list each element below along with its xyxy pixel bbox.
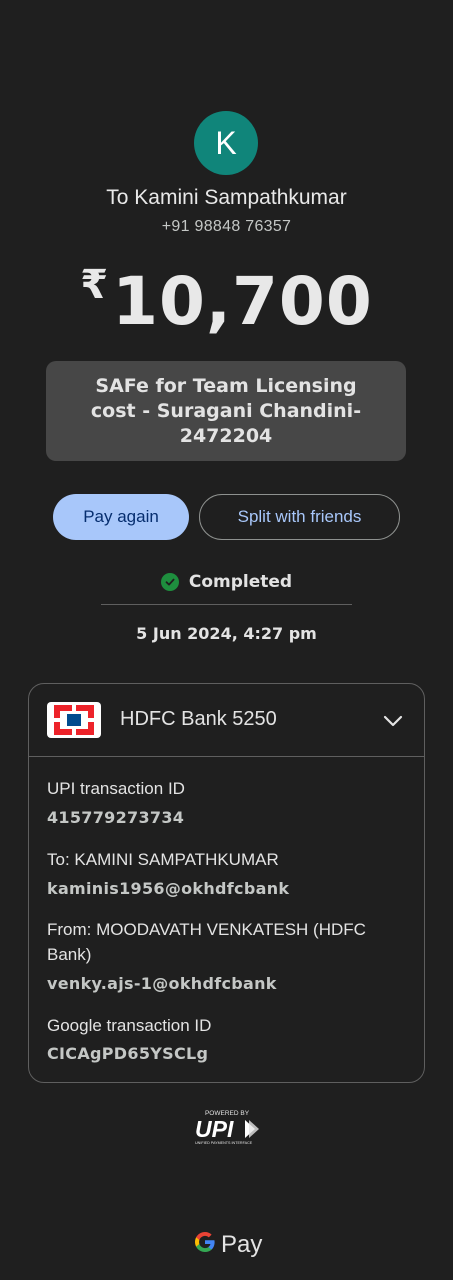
upi-transaction-id-label: UPI transaction ID <box>47 779 185 798</box>
check-circle-icon <box>160 573 179 591</box>
bank-name: HDFC Bank 5250 <box>120 708 277 730</box>
status-row: Completed <box>0 572 453 592</box>
upi-subtext: UNIFIED PAYMENTS INTERFACE <box>195 1141 253 1145</box>
hdfc-logo-icon <box>47 702 101 738</box>
recipient-name: To Kamini Sampathkumar <box>106 186 347 209</box>
google-pay-logo: Pay <box>193 1230 262 1259</box>
payment-note-text: SAFe for Team Licensing cost - Suragani … <box>90 374 362 447</box>
transaction-datetime: 5 Jun 2024, 4:27 pm <box>136 624 317 643</box>
upi-transaction-id-value: 415779273734 <box>47 808 185 827</box>
google-transaction-id-value: CICAgPD65YSCLg <box>47 1044 209 1063</box>
upi-logo: POWERED BY UPI UNIFIED PAYMENTS INTERFAC… <box>193 1108 261 1146</box>
from-upi-id: venky.ajs-1@okhdfcbank <box>47 974 277 993</box>
from-label-continued: Bank) <box>47 945 92 964</box>
payment-note: SAFe for Team Licensing cost - Suragani … <box>46 361 406 461</box>
split-with-friends-button[interactable]: Split with friends <box>199 494 400 540</box>
from-label: From: MOODAVATH VENKATESH (HDFC <box>47 920 366 939</box>
google-g-icon <box>193 1230 217 1259</box>
to-label: To: KAMINI SAMPATHKUMAR <box>47 850 279 869</box>
bank-account-header[interactable]: HDFC Bank 5250 <box>29 684 424 757</box>
currency-symbol: ₹ <box>80 262 109 308</box>
payment-amount: ₹10,700 <box>0 262 453 340</box>
gpay-label: Pay <box>221 1230 263 1258</box>
google-transaction-id-label: Google transaction ID <box>47 1016 212 1035</box>
chevron-down-icon[interactable] <box>382 710 404 732</box>
amount-value: 10,700 <box>112 263 373 340</box>
divider <box>101 604 352 605</box>
transaction-details-card: HDFC Bank 5250 UPI transaction ID 415779… <box>28 683 425 1083</box>
status-label: Completed <box>188 572 293 592</box>
recipient-phone: +91 98848 76357 <box>161 218 292 235</box>
pay-again-button[interactable]: Pay again <box>53 494 189 540</box>
to-upi-id: kaminis1956@okhdfcbank <box>47 879 290 898</box>
upi-text: UPI <box>195 1116 234 1142</box>
avatar: K <box>194 111 258 175</box>
